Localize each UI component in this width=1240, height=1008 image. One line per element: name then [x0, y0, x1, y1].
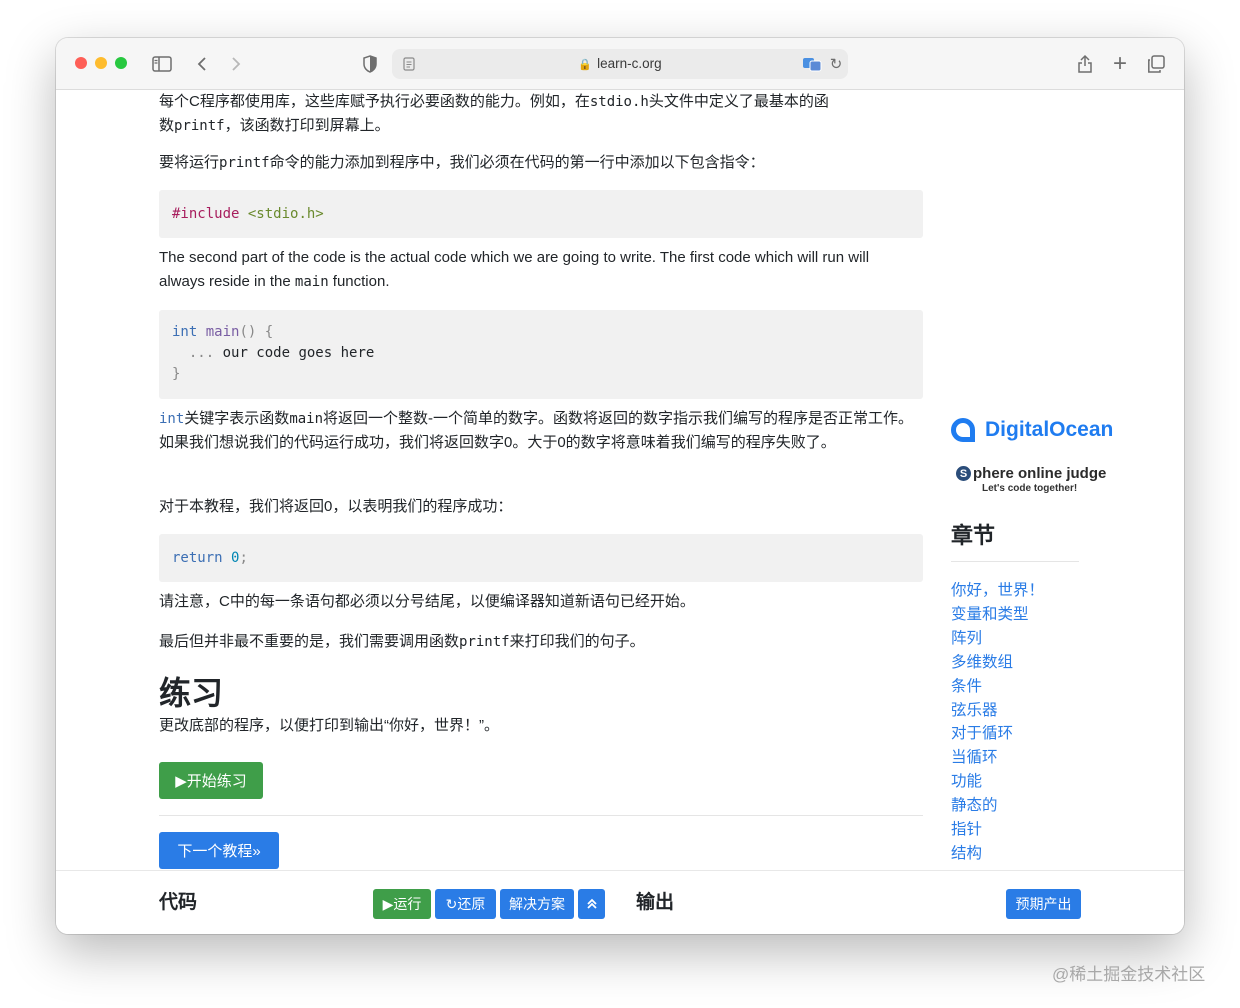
url-label: learn-c.org	[597, 56, 662, 71]
output-label: 输出	[636, 892, 675, 913]
browser-window: 🔒 learn-c.org ↻ + 每个C程序都使用库，这些库赋予执行必要函数的能…	[56, 38, 1184, 934]
chapter-link[interactable]: 对于循环	[951, 722, 1044, 746]
translate-icon[interactable]	[800, 52, 824, 76]
code-block-return: return 0;	[159, 534, 923, 582]
chapter-link[interactable]: 当循环	[951, 746, 1044, 770]
close-window-button[interactable]	[75, 57, 87, 69]
sphere-name: phere online judge	[973, 465, 1107, 482]
paragraph-include: 要将运行printf命令的能力添加到程序中，我们必须在代码的第一行中添加以下包含…	[159, 154, 765, 171]
reload-icon[interactable]: ↻	[824, 52, 848, 76]
solution-button[interactable]: 解决方案	[500, 889, 574, 919]
tabs-icon[interactable]	[1144, 52, 1168, 76]
digitalocean-label: DigitalOcean	[985, 418, 1114, 441]
chapters-divider	[951, 561, 1079, 562]
chapter-link[interactable]: 条件	[951, 675, 1044, 699]
inline-code-int: int	[159, 411, 185, 427]
inline-code-stdio: stdio.h	[589, 94, 649, 110]
chapter-link[interactable]: 阵列	[951, 627, 1044, 651]
chapter-link[interactable]: 静态的	[951, 794, 1044, 818]
watermark: @稀土掘金技术社区	[1052, 965, 1206, 984]
divider	[159, 815, 923, 816]
code-panel-bar: 代码 ▶运行 ↻还原 解决方案 输出 预期产出	[56, 870, 1184, 934]
digitalocean-logo[interactable]: DigitalOcean	[951, 418, 1113, 442]
share-icon[interactable]	[1073, 52, 1097, 76]
digitalocean-icon	[951, 418, 975, 442]
lock-icon: 🔒	[578, 59, 593, 71]
paragraph-int-keyword: int关键字表示函数main将返回一个整数-一个简单的数字。函数将返回的数字指示…	[159, 410, 914, 451]
paragraph-call-printf: 最后但并非最不重要的是，我们需要调用函数printf来打印我们的句子。	[159, 633, 645, 650]
reset-button[interactable]: ↻还原	[435, 889, 496, 919]
inline-code-printf: printf	[219, 155, 270, 171]
chapter-link[interactable]: 变量和类型	[951, 603, 1044, 627]
start-exercise-button[interactable]: ▶开始练习	[159, 762, 263, 799]
minimize-window-button[interactable]	[95, 57, 107, 69]
sidebar-icon[interactable]	[150, 52, 174, 76]
chapter-link[interactable]: 功能	[951, 770, 1044, 794]
plus-icon[interactable]: +	[1108, 50, 1132, 77]
code-block-include: #include <stdio.h>	[159, 190, 923, 238]
paragraph-main-function: The second part of the code is the actua…	[159, 249, 870, 290]
inline-code-main: main	[289, 411, 324, 427]
inline-code-printf: printf	[174, 118, 225, 134]
sphere-badge-icon: S	[956, 466, 971, 481]
chapters-heading: 章节	[951, 523, 996, 548]
sphere-online-judge-logo[interactable]: Sphere online judge Let's code together!	[956, 465, 1106, 494]
chapter-link[interactable]: 你好，世界！	[951, 579, 1044, 603]
url-text[interactable]: 🔒 learn-c.org	[392, 56, 848, 71]
next-tutorial-button[interactable]: 下一个教程»	[159, 832, 279, 869]
shield-icon[interactable]	[358, 52, 382, 76]
browser-toolbar: 🔒 learn-c.org ↻ +	[56, 38, 1184, 90]
inline-code-printf: printf	[459, 634, 510, 650]
chevron-left-icon[interactable]	[190, 52, 214, 76]
chapter-link[interactable]: 结构	[951, 842, 1044, 866]
chapter-link[interactable]: 多维数组	[951, 651, 1044, 675]
sphere-tagline: Let's code together!	[982, 483, 1078, 494]
chapter-link[interactable]: 弦乐器	[951, 699, 1044, 723]
code-block-main: int main() { ... our code goes here }	[159, 310, 923, 399]
chevron-right-icon[interactable]	[224, 52, 248, 76]
exercise-description: 更改底部的程序，以便打印到输出“你好，世界！”。	[159, 717, 499, 734]
expected-output-button[interactable]: 预期产出	[1006, 889, 1081, 919]
code-label: 代码	[159, 892, 198, 913]
address-bar[interactable]: 🔒 learn-c.org ↻	[392, 49, 848, 79]
run-button[interactable]: ▶运行	[373, 889, 431, 919]
zoom-window-button[interactable]	[115, 57, 127, 69]
inline-code-main: main	[294, 274, 329, 290]
paragraph-libraries: 每个C程序都使用库，这些库赋予执行必要函数的能力。例如，在stdio.h头文件中…	[159, 93, 829, 134]
paragraph-return-zero: 对于本教程，我们将返回0，以表明我们的程序成功：	[159, 498, 513, 515]
chapter-list: 你好，世界！ 变量和类型 阵列 多维数组 条件 弦乐器 对于循环 当循环 功能 …	[951, 579, 1044, 866]
chapter-link[interactable]: 指针	[951, 818, 1044, 842]
paragraph-semicolon: 请注意，C中的每一条语句都必须以分号结尾，以便编译器知道新语句已经开始。	[159, 593, 695, 610]
exercise-heading: 练习	[159, 675, 224, 711]
double-chevron-up-icon[interactable]	[578, 889, 605, 919]
